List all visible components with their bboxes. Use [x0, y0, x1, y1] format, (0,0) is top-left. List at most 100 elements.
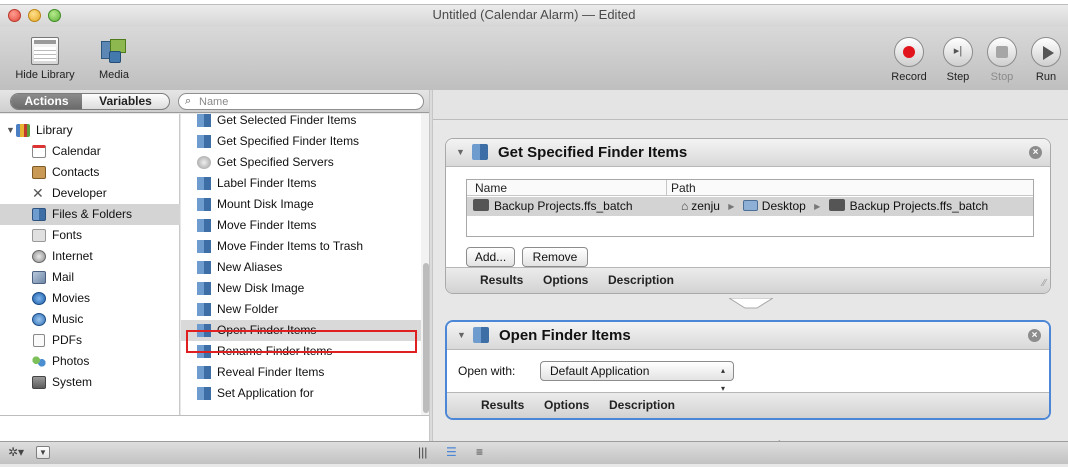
search-icon: ⌕ [185, 95, 192, 107]
minimize-window-button[interactable] [28, 9, 41, 22]
library-segmented-control: Actions Variables [10, 93, 170, 110]
category-label: Movies [52, 291, 91, 305]
home-icon: ⌂ [681, 199, 689, 213]
step-icon: ▸| [943, 37, 973, 67]
tab-description[interactable]: Description [609, 398, 675, 412]
row-path-cell: ⌂ zenju ▶ Desktop ▶ Backup Projects.ffs_b… [681, 197, 988, 216]
record-icon [894, 37, 924, 67]
close-window-button[interactable] [8, 9, 21, 22]
gear-icon[interactable]: ✲▾ [8, 445, 24, 459]
category-label: Music [52, 312, 84, 326]
finder-action-icon [197, 177, 211, 190]
run-button[interactable]: Run [1026, 37, 1066, 83]
category-system[interactable]: System [0, 372, 180, 393]
stop-label: Stop [990, 71, 1014, 83]
column-resize-icon[interactable]: ||| [418, 445, 427, 459]
disclosure-triangle-icon[interactable]: ▼ [6, 120, 15, 141]
tab-description[interactable]: Description [608, 273, 674, 287]
category-music[interactable]: Music [0, 309, 180, 330]
category-calendar[interactable]: Calendar [0, 141, 180, 162]
file-icon [828, 199, 845, 211]
action-new-disk-image[interactable]: New Disk Image [181, 278, 421, 299]
open-with-value: Default Application [550, 364, 650, 378]
actions-scrollbar-thumb[interactable] [423, 263, 429, 413]
tab-results[interactable]: Results [481, 398, 524, 412]
hide-library-button[interactable]: Hide Library [6, 37, 84, 81]
action-card-open-finder-items: ▼ Open Finder Items × Open with: Default… [445, 320, 1051, 420]
column-name[interactable]: Name [467, 180, 667, 196]
add-button[interactable]: Add... [466, 247, 515, 267]
log-view-icon[interactable]: ≡ [476, 445, 483, 459]
action-label-finder-items[interactable]: Label Finder Items [181, 173, 421, 194]
toggle-description-icon[interactable]: ▼ [36, 446, 50, 459]
path-segment: zenju [691, 199, 720, 213]
tab-results[interactable]: Results [480, 273, 523, 287]
action-set-application-for[interactable]: Set Application for [181, 383, 421, 404]
zoom-window-button[interactable] [48, 9, 61, 22]
action-new-folder[interactable]: New Folder [181, 299, 421, 320]
finder-action-icon [197, 261, 211, 274]
fonts-icon [32, 229, 46, 242]
tab-options[interactable]: Options [544, 398, 589, 412]
path-segment: Backup Projects.ffs_batch [849, 199, 989, 213]
category-files-folders[interactable]: Files & Folders [0, 204, 180, 225]
category-library[interactable]: ▼ Library [0, 120, 180, 141]
action-move-finder-items[interactable]: Move Finder Items [181, 215, 421, 236]
column-path[interactable]: Path [667, 180, 1033, 196]
step-button[interactable]: ▸| Step [938, 37, 978, 83]
action-label: Move Finder Items [217, 218, 317, 232]
open-with-popup[interactable]: Default Application ▴ ▾ [540, 361, 734, 393]
resize-grip-icon[interactable]: ⁄⁄ [1043, 278, 1046, 289]
action-get-specified-finder-items[interactable]: Get Specified Finder Items [181, 131, 421, 152]
media-button[interactable]: Media [88, 37, 140, 81]
category-internet[interactable]: Internet [0, 246, 180, 267]
action-label: Get Specified Servers [217, 155, 334, 169]
category-label: Fonts [52, 228, 83, 242]
category-label: Developer [52, 186, 107, 200]
collapse-triangle-icon[interactable]: ▼ [456, 147, 465, 157]
photos-icon [32, 355, 46, 368]
path-separator-icon: ▶ [814, 202, 821, 211]
pdf-icon [33, 334, 45, 347]
tab-variables[interactable]: Variables [82, 94, 169, 109]
action-move-finder-items-to-trash[interactable]: Move Finder Items to Trash [181, 236, 421, 257]
action-reveal-finder-items[interactable]: Reveal Finder Items [181, 362, 421, 383]
record-label: Record [891, 71, 927, 83]
action-label: Label Finder Items [217, 176, 317, 190]
highlight-frame [186, 330, 417, 353]
media-label: Media [99, 69, 129, 81]
category-mail[interactable]: Mail [0, 267, 180, 288]
run-label: Run [1035, 71, 1057, 83]
collapse-triangle-icon[interactable]: ▼ [457, 330, 466, 340]
category-contacts[interactable]: Contacts [0, 162, 180, 183]
category-fonts[interactable]: Fonts [0, 225, 180, 246]
run-icon [1031, 37, 1061, 67]
action-get-specified-servers[interactable]: Get Specified Servers [181, 152, 421, 173]
category-photos[interactable]: Photos [0, 351, 180, 372]
list-view-icon[interactable]: ☰ [446, 445, 457, 459]
media-icon [100, 37, 128, 65]
record-button[interactable]: Record [885, 37, 933, 83]
action-new-aliases[interactable]: New Aliases [181, 257, 421, 278]
category-developer[interactable]: ✕ Developer [0, 183, 180, 204]
search-field[interactable]: ⌕ [178, 93, 424, 110]
finder-action-icon [197, 114, 211, 127]
remove-action-icon[interactable]: × [1028, 329, 1041, 342]
action-get-selected-finder-items[interactable]: Get Selected Finder Items [181, 110, 421, 131]
remove-action-icon[interactable]: × [1029, 146, 1042, 159]
category-movies[interactable]: Movies [0, 288, 180, 309]
stop-button[interactable]: Stop [982, 37, 1022, 83]
action-mount-disk-image[interactable]: Mount Disk Image [181, 194, 421, 215]
search-input[interactable] [199, 95, 414, 108]
table-row[interactable]: Backup Projects.ffs_batch ⌂ zenju ▶ Deskt… [467, 197, 1033, 216]
category-label: Library [36, 123, 73, 137]
library-category-list: ▼ Library Calendar Contacts ✕ Developer … [0, 114, 180, 415]
remove-button[interactable]: Remove [522, 247, 588, 267]
tab-options[interactable]: Options [543, 273, 588, 287]
category-pdfs[interactable]: PDFs [0, 330, 180, 351]
category-label: Mail [52, 270, 75, 284]
card-title: Open Finder Items [499, 327, 631, 344]
tab-actions[interactable]: Actions [11, 94, 82, 109]
card-footer: Results Options Description [447, 392, 1049, 418]
folder-icon [742, 200, 758, 211]
